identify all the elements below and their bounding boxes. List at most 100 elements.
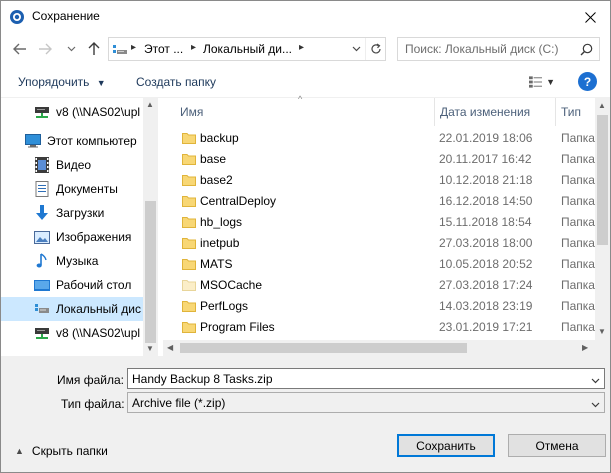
hide-folders-toggle[interactable]: ▲ Скрыть папки	[15, 443, 108, 459]
vertical-scroll-thumb[interactable]	[597, 115, 608, 245]
file-list: ^ Имя Дата изменения Тип backup 22.01.201…	[163, 94, 610, 356]
up-arrow-icon	[88, 42, 100, 55]
desktop-folder-icon	[34, 277, 50, 293]
sidebar-item-downloads[interactable]: Загрузки	[1, 201, 143, 225]
file-name: Program Files	[200, 320, 275, 334]
file-date: 22.01.2019 18:06	[439, 131, 533, 145]
column-header-type[interactable]: Тип	[561, 98, 595, 126]
table-row[interactable]: PerfLogs 14.03.2018 23:19 Папка	[163, 296, 595, 317]
table-row[interactable]: base2 10.12.2018 21:18 Папка	[163, 170, 595, 191]
chevron-down-icon: ▼	[96, 78, 106, 88]
chevron-up-icon: ▲	[15, 446, 24, 456]
up-button[interactable]	[85, 40, 103, 58]
file-list-vertical-scrollbar[interactable]: ▲ ▼	[595, 98, 610, 340]
table-row[interactable]: base 20.11.2017 16:42 Папка	[163, 149, 595, 170]
file-date: 10.12.2018 21:18	[439, 173, 533, 187]
sidebar-item-video[interactable]: Видео	[1, 153, 143, 177]
save-button[interactable]: Сохранить	[397, 434, 495, 457]
sidebar-item-pictures[interactable]: Изображения	[1, 225, 143, 249]
file-type: Папка	[561, 152, 595, 166]
breadcrumb-separator-icon[interactable]: ▸	[131, 42, 136, 53]
navigation-bar: ▸ Этот ... ▸ Локальный ди... ▸ Поиск: Ло…	[1, 32, 610, 66]
close-icon	[584, 11, 596, 23]
sidebar-item-label: Загрузки	[56, 206, 105, 220]
scroll-right-icon[interactable]: ▶	[582, 343, 588, 352]
cancel-button[interactable]: Отмена	[508, 434, 606, 457]
table-row[interactable]: MATS 10.05.2018 20:52 Папка	[163, 254, 595, 275]
breadcrumb-separator-icon[interactable]: ▸	[191, 42, 196, 53]
table-row[interactable]: backup 22.01.2019 18:06 Папка	[163, 128, 595, 149]
sidebar-item-label: Этот компьютер	[47, 134, 137, 148]
search-box[interactable]: Поиск: Локальный диск (C:)	[397, 37, 600, 61]
folder-icon	[182, 320, 196, 334]
file-name: MATS	[200, 257, 233, 271]
filename-label: Имя файла:	[57, 373, 124, 387]
scroll-left-icon[interactable]: ◀	[167, 343, 173, 352]
chevron-down-icon	[67, 46, 75, 52]
scroll-up-icon[interactable]: ▲	[598, 101, 606, 110]
filetype-value: Archive file (*.zip)	[132, 396, 226, 410]
column-header-name[interactable]: Имя	[180, 98, 434, 126]
chevron-down-icon[interactable]	[591, 397, 600, 411]
file-name: CentralDeploy	[200, 194, 277, 208]
breadcrumb-local-disk[interactable]: Локальный ди...	[203, 42, 292, 56]
scroll-down-icon[interactable]: ▼	[598, 327, 606, 336]
help-button[interactable]: ?	[578, 72, 597, 91]
sidebar-scrollbar[interactable]: ▲ ▼	[143, 98, 158, 356]
horizontal-scroll-thumb[interactable]	[180, 343, 467, 353]
folder-icon	[182, 236, 196, 250]
hide-folders-label: Скрыть папки	[31, 444, 108, 458]
sidebar-item-network-drive[interactable]: v8 (\\NAS02\upl	[1, 100, 143, 124]
organize-button[interactable]: Упорядочить ▼	[18, 75, 106, 89]
column-divider[interactable]	[434, 98, 435, 126]
table-row[interactable]: inetpub 27.03.2018 18:00 Папка	[163, 233, 595, 254]
chevron-down-icon	[352, 46, 360, 52]
chevron-down-icon[interactable]	[591, 373, 600, 387]
table-row[interactable]: Program Files 23.01.2019 17:21 Папка	[163, 317, 595, 338]
search-icon[interactable]	[580, 43, 593, 59]
sidebar-item-network-drive-2[interactable]: v8 (\\NAS02\upl	[1, 321, 143, 345]
table-row[interactable]: hb_logs 15.11.2018 18:54 Папка	[163, 212, 595, 233]
file-list-horizontal-scrollbar[interactable]: ◀ ▶	[163, 340, 595, 356]
address-history-button[interactable]	[348, 38, 364, 60]
filename-field[interactable]: Handy Backup 8 Tasks.zip	[127, 368, 605, 389]
drive-icon	[113, 43, 127, 55]
back-button[interactable]	[11, 40, 29, 58]
table-row[interactable]: MSOCache 27.03.2018 17:24 Папка	[163, 275, 595, 296]
table-row[interactable]: CentralDeploy 16.12.2018 14:50 Папка	[163, 191, 595, 212]
refresh-button[interactable]	[365, 38, 385, 60]
filename-input[interactable]: Handy Backup 8 Tasks.zip	[132, 372, 273, 386]
file-date: 27.03.2018 17:24	[439, 278, 533, 292]
file-name: PerfLogs	[200, 299, 249, 313]
file-type: Папка	[561, 194, 595, 208]
documents-folder-icon	[34, 181, 50, 197]
sidebar-item-label: v8 (\\NAS02\upl	[56, 326, 141, 340]
breadcrumb-separator-icon[interactable]: ▸	[299, 42, 304, 53]
file-name: hb_logs	[200, 215, 243, 229]
column-divider[interactable]	[555, 98, 556, 126]
save-dialog: Сохранение ▸ Этот ... ▸ Локальный ди... …	[0, 0, 611, 473]
column-header-date[interactable]: Дата изменения	[440, 98, 556, 126]
close-button[interactable]	[578, 5, 602, 29]
forward-button[interactable]	[36, 40, 54, 58]
window-title: Сохранение	[32, 9, 100, 23]
column-type-label: Тип	[561, 105, 582, 119]
address-bar[interactable]: ▸ Этот ... ▸ Локальный ди... ▸	[108, 37, 386, 61]
back-arrow-icon	[13, 43, 26, 55]
sidebar-item-local-disk[interactable]: Локальный дис	[1, 297, 143, 321]
scroll-down-icon[interactable]: ▼	[146, 344, 154, 353]
sidebar-item-documents[interactable]: Документы	[1, 177, 143, 201]
view-options-button[interactable]: ▼	[529, 73, 555, 91]
sidebar-item-this-pc[interactable]: Этот компьютер	[1, 129, 143, 153]
sidebar-item-music[interactable]: Музыка	[1, 249, 143, 273]
filetype-select[interactable]: Archive file (*.zip)	[127, 392, 605, 413]
sidebar-item-desktop[interactable]: Рабочий стол	[1, 273, 143, 297]
search-input[interactable]: Поиск: Локальный диск (C:)	[405, 42, 558, 56]
recent-locations-button[interactable]	[62, 40, 80, 58]
new-folder-button[interactable]: Создать папку	[136, 75, 216, 89]
file-date: 27.03.2018 18:00	[439, 236, 533, 250]
sidebar-scroll-thumb[interactable]	[145, 201, 156, 343]
computer-icon	[25, 133, 41, 149]
scroll-up-icon[interactable]: ▲	[146, 100, 154, 109]
breadcrumb-this-pc[interactable]: Этот ...	[144, 42, 183, 56]
